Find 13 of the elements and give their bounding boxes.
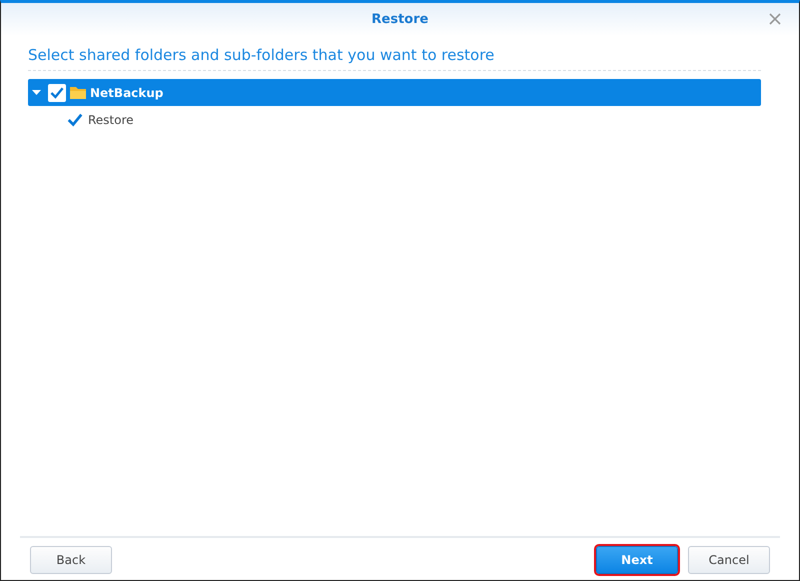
- close-icon[interactable]: [769, 13, 781, 25]
- tree-row[interactable]: Restore: [66, 106, 761, 133]
- expand-arrow-icon[interactable]: [32, 90, 40, 96]
- checkbox[interactable]: [66, 110, 84, 128]
- window-title: Restore: [372, 12, 428, 27]
- dialog-button[interactable]: Cancel: [688, 546, 770, 574]
- tree-label: Restore: [88, 112, 134, 126]
- checkbox[interactable]: [48, 84, 66, 102]
- folder-icon: [70, 86, 86, 99]
- tree-row[interactable]: NetBackup: [28, 79, 761, 106]
- instruction-heading: Select shared folders and sub-folders that you want to restore: [28, 46, 761, 71]
- tree-label: NetBackup: [90, 86, 164, 100]
- dialog-button[interactable]: Back: [30, 546, 112, 574]
